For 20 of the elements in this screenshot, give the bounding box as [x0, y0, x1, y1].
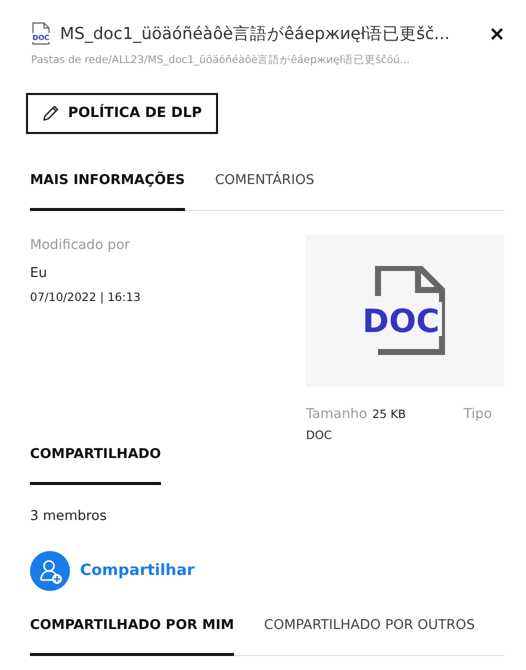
tab[interactable]: COMPARTILHADO POR OUTROS	[264, 614, 475, 656]
tab[interactable]: COMPARTILHADO POR MIM	[30, 614, 234, 656]
dlp-policy-button[interactable]: POLÍTICA DE DLP	[26, 92, 218, 134]
type-label: Tipo	[464, 404, 492, 424]
close-button[interactable]	[490, 27, 504, 42]
size-value: 25 KB	[372, 406, 406, 421]
modified-by-value: Eu	[30, 264, 48, 283]
type-value: DOC	[306, 426, 333, 444]
size-label: Tamanho	[306, 406, 368, 422]
file-title: MS_doc1_üöäóñéàôè言語がêáержиęł语已更šč...	[60, 23, 450, 45]
tab[interactable]: MAIS INFORMAÇÕES	[30, 170, 185, 211]
share-button[interactable]: Compartilhar	[30, 550, 195, 590]
tab[interactable]: COMENTÁRIOS	[214, 170, 314, 211]
modified-by-label: Modificado por	[30, 236, 131, 255]
pencil-icon	[42, 104, 60, 122]
modified-date: 07/10/2022 | 16:13	[30, 289, 141, 306]
add-user-icon	[30, 550, 70, 590]
members-count: 3 membros	[30, 507, 108, 526]
file-path: Pastas de rede/ALL23/MS_doc1_üöäóñéàôè言語がêáержиęł语已更ščóú...	[31, 52, 411, 68]
tab[interactable]: COMPARTILHADO	[30, 444, 161, 486]
